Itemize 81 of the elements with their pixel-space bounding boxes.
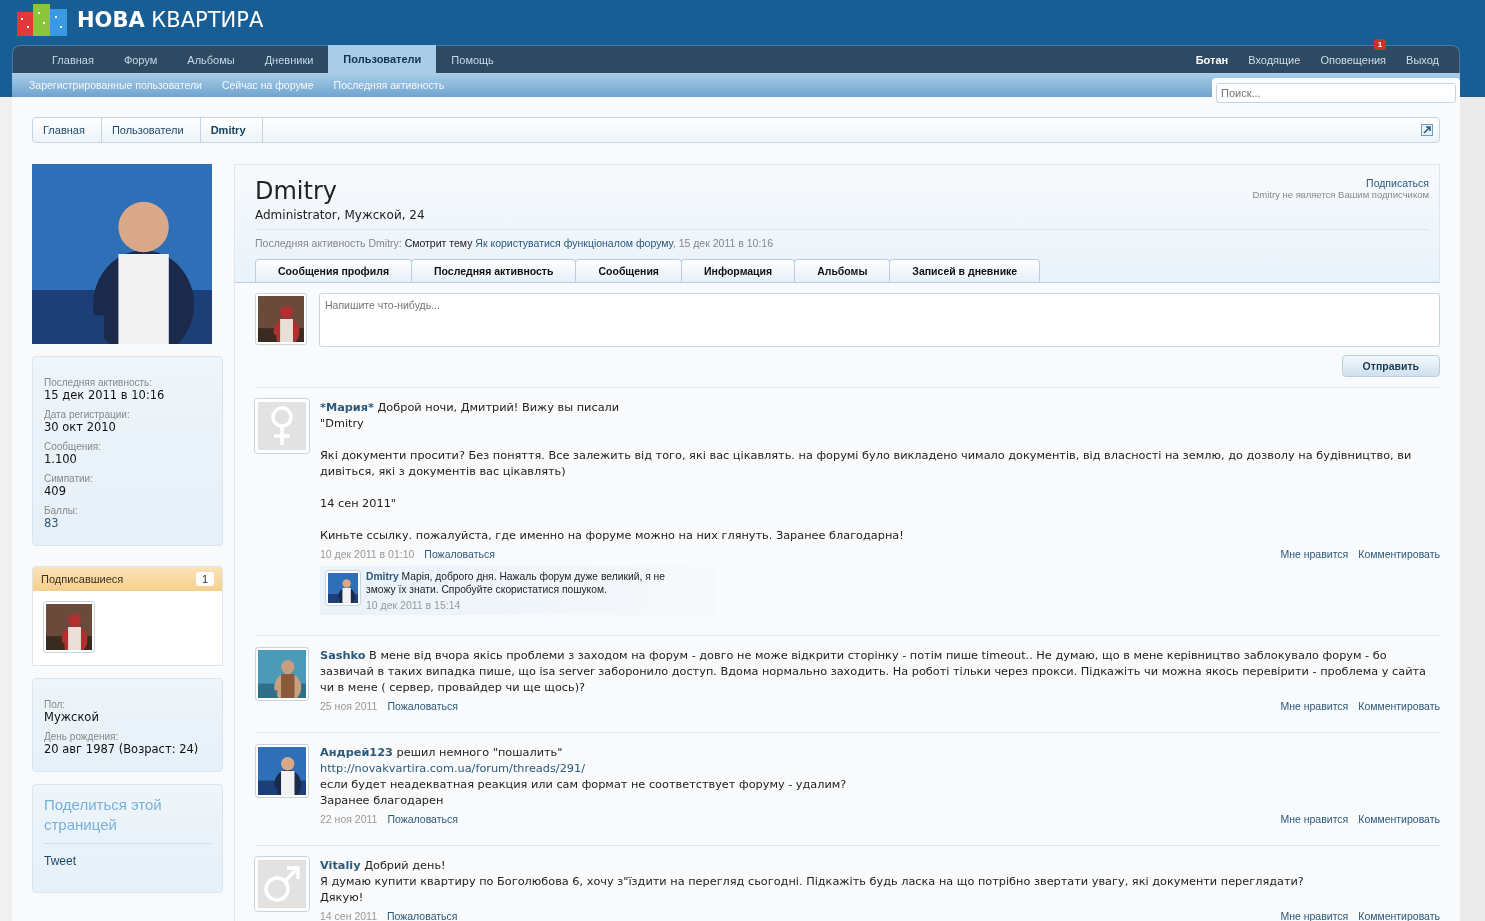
username-link[interactable]: Ботан xyxy=(1195,53,1229,66)
detail-label: День рождения: xyxy=(44,731,119,742)
follower-count: 1 xyxy=(195,572,214,586)
stat-value: 15 дек 2011 в 10:16 xyxy=(44,388,166,402)
stat-label: Сообщения: xyxy=(44,441,103,452)
post-text: Андрей123 решил немного "пошалить" xyxy=(320,745,564,761)
nav-tab[interactable]: Форум xyxy=(108,46,173,73)
report-link[interactable]: Пожаловаться xyxy=(424,548,495,560)
post-date: 22 ноя 2011 xyxy=(320,813,378,825)
post-date: 25 ноя 2011 xyxy=(320,700,378,712)
post-text: *Мария* Доброй ночи, Дмитрий! Вижу вы писали xyxy=(320,400,621,416)
site-logo-text[interactable]: НОВА КВАРТИРА xyxy=(77,7,264,32)
nav-link[interactable]: Выход xyxy=(1406,53,1439,66)
stat-value: 409 xyxy=(44,484,67,498)
detail-value: 20 авг 1987 (Возраст: 24) xyxy=(44,742,200,756)
nav-link[interactable]: Входящие xyxy=(1248,53,1301,66)
post-date: 10 дек 2011 в 01:10 xyxy=(320,548,415,560)
post-text: "Dmitry xyxy=(320,416,365,432)
author-link[interactable]: Андрей123 xyxy=(320,746,393,759)
search-field[interactable]: Поиск... xyxy=(1216,83,1456,103)
comment-link[interactable]: Комментировать xyxy=(1358,548,1440,560)
nav-tab[interactable]: Пользователи xyxy=(328,45,437,73)
stat-link[interactable]: 83 xyxy=(44,516,211,530)
post-text: Sashko В мене від вчора якісь проблеми з заходом на форум - довго не може відкрити сторінку - потім пише timeout.. Не думаю, що в мене керівництво заблокувало форум - бо зазвичай в таких випадка пише, що isa server заборонило доступ. Вдома нормально заходить. На роботі тільки через прокси. Підкажіть чи можна якось перевірити - проблема у сайта чи в мене ( сервер, провайдер чи ще щось)? xyxy=(320,648,1428,696)
nav-tab[interactable]: Главная xyxy=(37,46,109,73)
like-link[interactable]: Мне нравится xyxy=(1280,813,1349,825)
post-date: 14 сен 2011 xyxy=(320,910,377,921)
profile-info: Administrator, Мужской, 24 xyxy=(255,208,426,222)
stat-value: 1.100 xyxy=(44,452,78,466)
last-activity-text: Последняя активность Dmitry: Смотрит тему Як користуватися функціоналом форуму, 15 дек 2011 в 10:16 xyxy=(255,229,1429,249)
post-text: если будет неадекватная реакция или сам формат не соответствует форуму - удалим? xyxy=(320,777,848,793)
stat-label: Симпатии: xyxy=(44,473,94,484)
url-link[interactable]: http://novakvartira.com.ua/forum/threads/291/ xyxy=(320,761,1440,777)
report-link[interactable]: Пожаловаться xyxy=(387,813,458,825)
post-text: Киньте ссылку. пожалуйста, где именно на форуме можно на них глянуть. Заранее благодарна! xyxy=(320,528,905,544)
comment-link[interactable]: Комментировать xyxy=(1358,700,1440,712)
tweet-link[interactable]: Tweet xyxy=(44,854,211,868)
post-text: Заранее благодарен xyxy=(320,793,445,809)
share-title: Поделиться этой страницей xyxy=(44,795,211,844)
message-input[interactable]: Напишите что-нибудь... xyxy=(319,293,1440,347)
alert-count-badge: 1 xyxy=(1373,38,1387,50)
detail-value: Мужской xyxy=(44,710,100,724)
author-link[interactable]: Dmitry xyxy=(366,571,399,582)
external-link-icon[interactable] xyxy=(1421,124,1433,136)
comment-text: Dmitry Марія, доброго дня. Нажаль форум дуже великий, я не зможу їх знати. Спробуйте скористатися пошуком. xyxy=(366,570,667,596)
buildings-logo-icon xyxy=(17,3,67,36)
detail-label: Пол: xyxy=(44,699,67,710)
male-symbol-icon xyxy=(262,864,302,904)
nav-tab[interactable]: Дневники xyxy=(249,46,329,73)
stat-label: Дата регистрации: xyxy=(44,409,131,420)
topic-link[interactable]: Як користуватися функціоналом форуму xyxy=(475,237,673,249)
report-link[interactable]: Пожаловаться xyxy=(387,700,458,712)
profile-tab[interactable]: Записей в дневнике xyxy=(889,259,1041,282)
stat-value: 30 окт 2010 xyxy=(44,420,117,434)
author-link[interactable]: Vitaliy xyxy=(320,859,361,872)
female-symbol-icon xyxy=(269,405,295,447)
nav-tab[interactable]: Альбомы xyxy=(172,46,250,73)
profile-name: Dmitry xyxy=(255,177,337,205)
post-text: Vitaliy Добрий день! xyxy=(320,858,447,874)
profile-tab[interactable]: Сообщения профиля xyxy=(255,259,413,282)
post-text: Я думаю купити квартиру по Боголюбова 6, хочу з"їздити на перегляд сьогодні. Підкажіть будь ласка на що потрібно звертати увагу, які документи переглядати? xyxy=(320,874,1305,890)
stat-label: Баллы: xyxy=(44,505,79,516)
send-button[interactable]: Отправить xyxy=(1341,355,1440,377)
post-text: Які документи просити? Без поняття. Все залежить від того, які вас цікавлять. на форумі було викладено чимало документів, від власності на землю, до дозволу на будівництво, ви дивіться, які з документів вас цікавлять) xyxy=(320,448,1413,480)
comment-date: 10 дек 2011 в 15:14 xyxy=(366,599,462,611)
breadcrumb-link[interactable]: Dmitry xyxy=(200,118,263,142)
author-link[interactable]: *Мария* xyxy=(320,401,374,414)
stat-label: Последняя активность: xyxy=(44,377,154,388)
like-link[interactable]: Мне нравится xyxy=(1280,548,1349,560)
followers-title: Подписавшиеся xyxy=(41,573,124,585)
author-link[interactable]: Sashko xyxy=(320,649,366,662)
report-link[interactable]: Пожаловаться xyxy=(387,910,458,921)
breadcrumb-link[interactable]: Пользователи xyxy=(101,118,201,142)
like-link[interactable]: Мне нравится xyxy=(1280,700,1349,712)
follow-note: Dmitry не является Вашим подписчиком xyxy=(1252,189,1429,200)
post-text: Дякую! xyxy=(320,890,365,906)
follow-link[interactable]: Подписаться xyxy=(1252,177,1429,189)
post-text: 14 сен 2011" xyxy=(320,496,398,512)
breadcrumb-link[interactable]: Главная xyxy=(33,118,102,142)
nav-tab[interactable]: Помощь xyxy=(436,46,509,73)
comment-link[interactable]: Комментировать xyxy=(1358,813,1440,825)
